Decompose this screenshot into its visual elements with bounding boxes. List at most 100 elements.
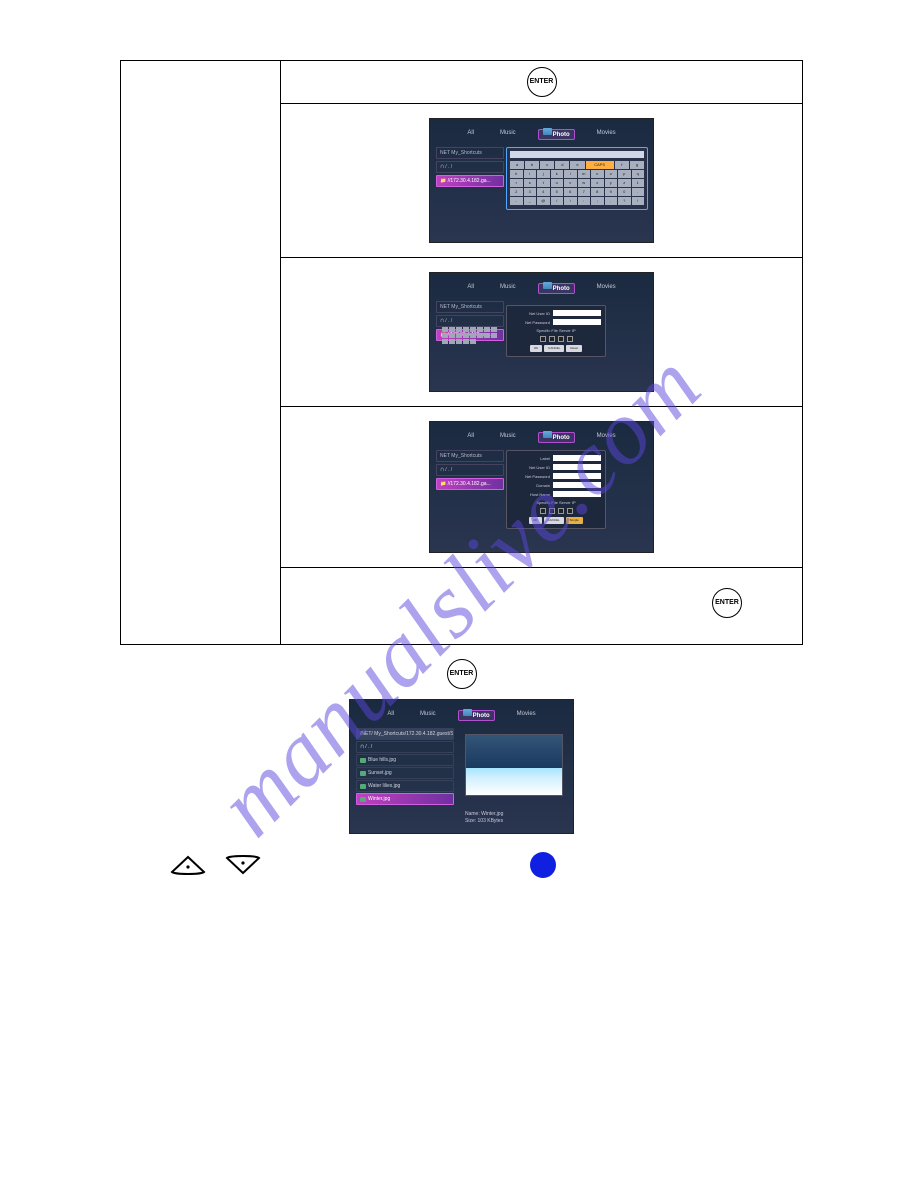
key[interactable]: y [605,179,618,187]
key[interactable]: 2 [510,188,523,196]
tab-all[interactable]: All [463,283,478,294]
file-item-selected[interactable]: Winter.jpg [356,793,454,805]
login-reset-button[interactable]: Reset [566,345,582,352]
sidebar-item-ip[interactable]: 📁 //172.30.4.182.ga... [436,175,504,187]
ip-octet-1[interactable] [540,336,546,342]
key[interactable]: j [537,170,550,178]
key[interactable]: r [510,179,523,187]
tab-all[interactable]: All [463,129,478,140]
tab-photo[interactable]: Photo [538,283,575,294]
key[interactable]: 5 [551,188,564,196]
file-item[interactable]: Sunset.jpg [356,767,454,779]
login-cancel-button[interactable]: CANCEL [544,345,564,352]
login-detail-button[interactable]: Simple [566,517,583,524]
sidebar-item-ip[interactable]: 📁 //172.30.4.182.ga... [436,478,504,490]
tab-music[interactable]: Music [496,129,520,140]
key[interactable]: p [618,170,631,178]
key-e[interactable]: e [570,161,584,169]
key[interactable]: . [632,188,645,196]
tab-music[interactable]: Music [416,710,440,721]
ip-octet-4[interactable] [567,336,573,342]
tab-photo[interactable]: Photo [538,129,575,140]
key[interactable]: 4 [537,188,550,196]
key[interactable]: v [564,179,577,187]
key[interactable]: l [564,170,577,178]
key[interactable]: ; [591,197,604,205]
key[interactable]: , [605,197,618,205]
login-userid-field[interactable] [553,464,601,470]
login-label-field[interactable] [553,455,601,461]
key[interactable]: x [591,179,604,187]
tab-movies[interactable]: Movies [593,283,620,294]
key[interactable]: : [578,197,591,205]
ip-octet-2[interactable] [549,336,555,342]
login-cancel-button[interactable]: CANCEL [544,517,564,524]
ip-octet-2[interactable] [549,508,555,514]
file-item[interactable]: Blue hills.jpg [356,754,454,766]
tab-music[interactable]: Music [496,283,520,294]
keyboard-input-field[interactable] [510,151,644,158]
key[interactable]: 1 [632,179,645,187]
tab-all[interactable]: All [463,432,478,443]
sidebar-up[interactable]: ⮉ / . / [436,161,504,173]
file-up[interactable]: ⮉ / . / [356,741,454,753]
key-f[interactable]: f [615,161,629,169]
key[interactable]: - [510,197,523,205]
key[interactable]: @ [537,197,550,205]
login-ok-button[interactable]: OK [529,517,541,524]
key[interactable]: _ [524,197,537,205]
tab-photo[interactable]: Photo [458,710,495,721]
sidebar-up[interactable]: ⮉ / . / [436,315,504,327]
key[interactable]: ? [618,197,631,205]
key[interactable]: o [605,170,618,178]
key[interactable]: h [510,170,523,178]
login-domain-field[interactable] [553,482,601,488]
onscreen-keyboard[interactable]: abcdeCAPSfg hijklmnopq rstuvwxyz1 234567… [506,147,648,210]
key[interactable]: u [551,179,564,187]
login-hostname-field[interactable] [553,491,601,497]
key[interactable]: 3 [524,188,537,196]
key[interactable]: q [632,170,645,178]
key[interactable]: i [524,170,537,178]
key[interactable]: 7 [578,188,591,196]
sidebar-header: NET My_Shortcuts [436,301,504,313]
tab-music[interactable]: Music [496,432,520,443]
key[interactable]: 8 [591,188,604,196]
login-password-field[interactable] [553,473,601,479]
tab-movies[interactable]: Movies [593,432,620,443]
file-item[interactable]: Water lilies.jpg [356,780,454,792]
key[interactable]: z [618,179,631,187]
login-ok-button[interactable]: OK [530,345,542,352]
key[interactable]: ! [632,197,645,205]
key-b[interactable]: b [525,161,539,169]
ip-octet-boxes [511,336,601,342]
key[interactable]: / [551,197,564,205]
key[interactable]: t [537,179,550,187]
key[interactable]: s [524,179,537,187]
key[interactable]: 9 [605,188,618,196]
key-caps[interactable]: CAPS [586,161,614,169]
key-a[interactable]: a [510,161,524,169]
key-d[interactable]: d [555,161,569,169]
ip-octet-4[interactable] [567,508,573,514]
login-userid-field[interactable] [553,310,601,316]
key[interactable]: 0 [618,188,631,196]
key-g[interactable]: g [630,161,644,169]
ip-octet-3[interactable] [558,508,564,514]
tab-movies[interactable]: Movies [593,129,620,140]
key[interactable]: \ [564,197,577,205]
key[interactable]: w [578,179,591,187]
ip-octet-1[interactable] [540,508,546,514]
key-c[interactable]: c [540,161,554,169]
ip-octet-3[interactable] [558,336,564,342]
tab-photo[interactable]: Photo [538,432,575,443]
key[interactable]: n [591,170,604,178]
key[interactable]: 6 [564,188,577,196]
tab-all[interactable]: All [383,710,398,721]
key[interactable]: k [551,170,564,178]
photo-folder-icon [543,282,552,289]
tab-movies[interactable]: Movies [513,710,540,721]
login-password-field[interactable] [553,319,601,325]
key[interactable]: m [578,170,591,178]
sidebar-up[interactable]: ⮉ / . / [436,464,504,476]
